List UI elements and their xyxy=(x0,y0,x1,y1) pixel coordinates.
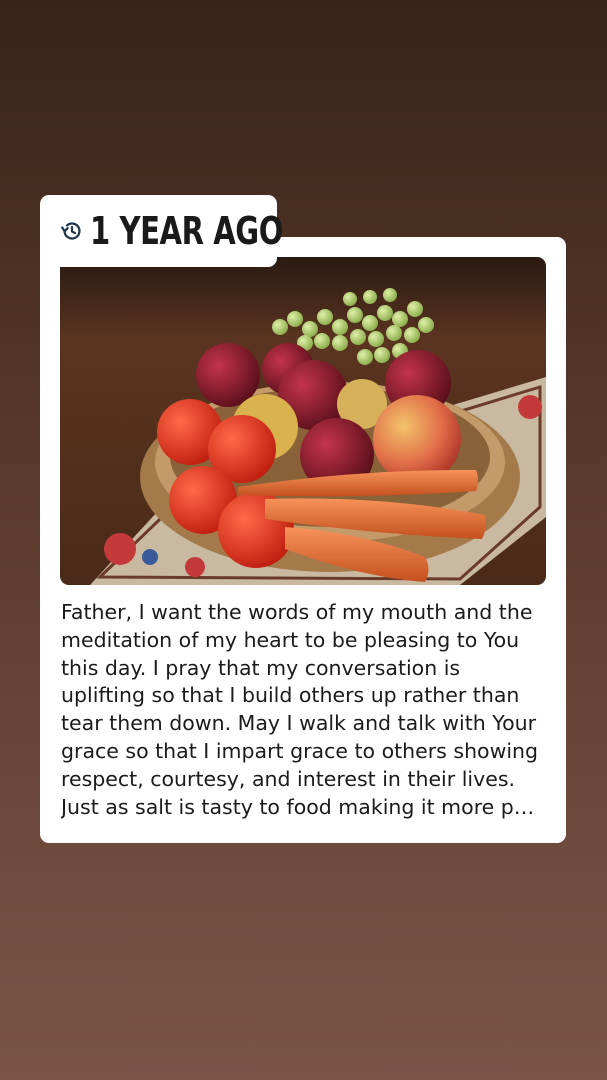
time-ago-label: 1 YEAR AGO xyxy=(90,209,283,253)
fruit-basket-photo[interactable] xyxy=(60,257,546,585)
time-label-tab: 1 YEAR AGO xyxy=(40,195,283,267)
memory-card[interactable]: Father, I want the words of my mouth and… xyxy=(40,237,566,843)
history-clock-icon xyxy=(60,219,84,243)
memory-caption[interactable]: Father, I want the words of my mouth and… xyxy=(61,599,551,825)
photo-image xyxy=(60,257,546,585)
